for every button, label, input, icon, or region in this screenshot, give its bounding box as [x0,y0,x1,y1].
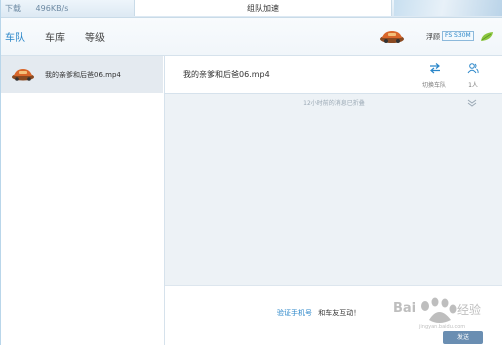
switch-team-button[interactable]: 切换车队 [417,60,451,90]
history-note: 12小时前的消息已折叠 [303,100,365,107]
members-count: 1人 [468,82,478,89]
svg-text:Bai: Bai [393,301,416,316]
tab-level[interactable]: 等级 [85,29,105,44]
switch-icon [430,63,440,74]
page-title: 我的亲爹和后爸06.mp4 [183,70,270,79]
title-decoration [394,0,502,16]
app-window: 下载 496KB/s 组队加速 车队 车库 等级 浮顾 FS S30M 我的亲爹… [0,0,502,346]
chevron-down-icon[interactable] [467,99,477,107]
sidebar: 我的亲爹和后爸06.mp4 [1,56,165,345]
float-label[interactable]: 浮顾 [426,32,440,42]
switch-team-label: 切换车队 [421,82,446,89]
vip-badge: FS S30M [442,31,474,41]
car-icon[interactable] [379,28,405,44]
main-header: 我的亲爹和后爸06.mp4 切换车队 1人 [165,56,502,94]
title-bar: 下载 496KB/s 组队加速 [1,0,502,18]
verify-message: 和车友互动！ [318,309,361,317]
car-icon [12,69,34,81]
send-button[interactable]: 发送 [443,331,483,344]
svg-text:经验: 经验 [457,302,481,317]
tab-team[interactable]: 车队 [5,29,25,44]
download-status: 下载 496KB/s [5,3,68,14]
nav-bar: 车队 车库 等级 浮顾 FS S30M [1,18,502,56]
members-button[interactable]: 1人 [461,60,485,90]
download-speed: 496KB/s [35,4,69,13]
baidu-watermark: Bai 经验 jingyan.baidu.com [393,297,481,330]
svg-text:jingyan.baidu.com: jingyan.baidu.com [418,324,465,330]
download-label: 下载 [5,4,21,13]
verify-prompt: 验证手机号 和车友互动！ [277,308,360,318]
members-icon [467,63,479,74]
sidebar-item-video[interactable]: 我的亲爹和后爸06.mp4 [1,56,163,93]
tab-garage[interactable]: 车库 [45,29,65,44]
window-title: 组队加速 [247,4,279,13]
sidebar-item-label: 我的亲爹和后爸06.mp4 [45,71,121,79]
leaf-icon[interactable] [480,31,494,42]
title-tab: 组队加速 [134,0,392,16]
verify-phone-link[interactable]: 验证手机号 [277,309,312,317]
